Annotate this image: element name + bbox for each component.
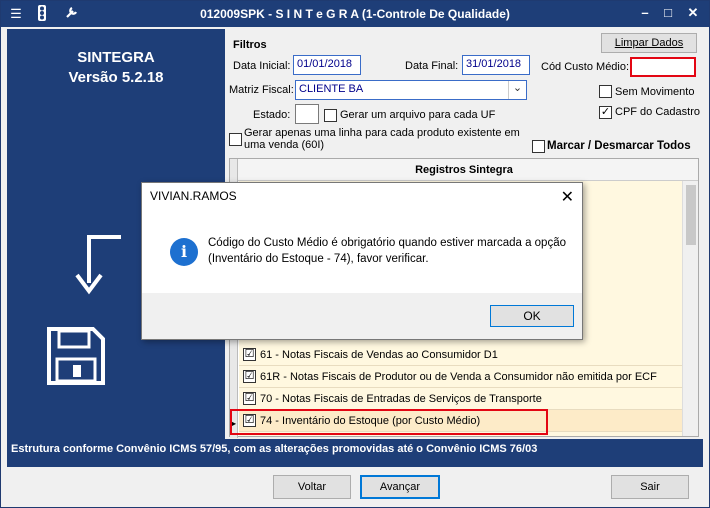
grid-header: Registros Sintegra <box>230 159 698 181</box>
traffic-light-icon[interactable] <box>33 5 51 23</box>
minimize-button[interactable]: – <box>635 5 655 21</box>
one-line-per-product-label: Gerar apenas uma linha para cada produto… <box>244 127 520 151</box>
scrollbar-thumb[interactable] <box>686 185 696 245</box>
state-label: Estado: <box>253 109 291 121</box>
matrix-value: CLIENTE BA <box>299 83 364 95</box>
no-movement-label: Sem Movimento <box>615 86 695 98</box>
info-icon: i <box>170 238 198 266</box>
no-movement-checkbox[interactable] <box>599 85 612 98</box>
grid-row-61r[interactable]: ☑ 61R - Notas Fiscais de Produtor ou de V… <box>239 366 683 388</box>
cost-code-input[interactable] <box>630 57 696 77</box>
state-input[interactable] <box>295 104 319 124</box>
row-label: 61 - Notas Fiscais de Vendas ao Consumid… <box>260 349 498 361</box>
arrow-down-icon <box>75 235 121 295</box>
back-button[interactable]: Voltar <box>273 475 351 499</box>
title-bar: 012009SPK - S I N T e G R A (1-Controle … <box>1 1 709 27</box>
vertical-scrollbar[interactable] <box>682 181 698 436</box>
clear-data-button[interactable]: Limpar Dados <box>601 33 697 53</box>
dialog-title: VIVIAN.RAMOS <box>150 189 237 203</box>
row-checkbox[interactable]: ☑ <box>243 369 256 383</box>
app-version: Versão 5.2.18 <box>68 69 164 86</box>
filters-heading: Filtros <box>233 39 267 51</box>
start-date-label: Data Inicial: <box>233 60 291 72</box>
one-file-per-uf-checkbox[interactable] <box>324 109 337 122</box>
filters-panel: Filtros Limpar Dados Data Inicial: 01/01… <box>227 29 703 157</box>
next-button[interactable]: Avançar <box>360 475 440 499</box>
start-date-input[interactable]: 01/01/2018 <box>293 55 361 75</box>
status-bar: Estrutura conforme Convênio ICMS 57/95, … <box>7 439 703 467</box>
app-name: SINTEGRA <box>77 49 155 66</box>
grid-row-61[interactable]: ☑ 61 - Notas Fiscais de Vendas ao Consumi… <box>239 344 683 366</box>
main-window: 012009SPK - S I N T e G R A (1-Controle … <box>0 0 710 508</box>
row-label: 61R - Notas Fiscais de Produtor ou de Ve… <box>260 371 657 383</box>
dialog-close-button[interactable]: ✕ <box>561 187 574 207</box>
maximize-button[interactable]: □ <box>658 5 678 21</box>
end-date-input[interactable]: 31/01/2018 <box>462 55 530 75</box>
app-menu-icon[interactable]: ☰ <box>7 5 25 23</box>
one-line-per-product-checkbox[interactable] <box>229 133 242 146</box>
cpf-registry-checkbox[interactable]: ✓ <box>599 106 612 119</box>
end-date-label: Data Final: <box>405 60 459 72</box>
wrench-icon <box>66 7 77 18</box>
dialog-footer: OK <box>142 293 582 339</box>
footer: Voltar Avançar Sair <box>7 467 703 503</box>
window-title: 012009SPK - S I N T e G R A (1-Controle … <box>200 7 510 21</box>
grid-row-70[interactable]: ☑ 70 - Notas Fiscais de Entradas de Servi… <box>239 388 683 410</box>
save-disk-icon <box>47 327 105 385</box>
row-label: 70 - Notas Fiscais de Entradas de Serviç… <box>260 393 542 405</box>
toggle-all-label: Marcar / Desmarcar Todos <box>547 140 691 152</box>
alert-dialog: VIVIAN.RAMOS ✕ i Código do Custo Médio é… <box>141 182 583 340</box>
row-checkbox[interactable]: ☑ <box>243 347 256 361</box>
matrix-label: Matriz Fiscal: <box>229 84 294 96</box>
one-file-per-uf-label: Gerar um arquivo para cada UF <box>340 109 496 121</box>
row-checkbox[interactable]: ☑ <box>243 391 256 405</box>
highlight-row-74 <box>230 409 548 435</box>
dialog-message: Código do Custo Médio é obrigatório quan… <box>208 237 566 265</box>
ok-button[interactable]: OK <box>490 305 574 327</box>
matrix-select[interactable]: CLIENTE BA ⌄ <box>295 80 527 100</box>
toggle-all-checkbox[interactable] <box>532 140 545 153</box>
close-button[interactable]: ✕ <box>683 5 703 21</box>
chevron-down-icon[interactable]: ⌄ <box>508 81 526 99</box>
cpf-registry-label: CPF do Cadastro <box>615 106 700 118</box>
traffic-light-icon-svg <box>38 5 46 21</box>
cost-code-label: Cód Custo Médio: <box>541 61 630 73</box>
exit-button[interactable]: Sair <box>611 475 689 499</box>
tools-icon[interactable] <box>63 5 81 23</box>
